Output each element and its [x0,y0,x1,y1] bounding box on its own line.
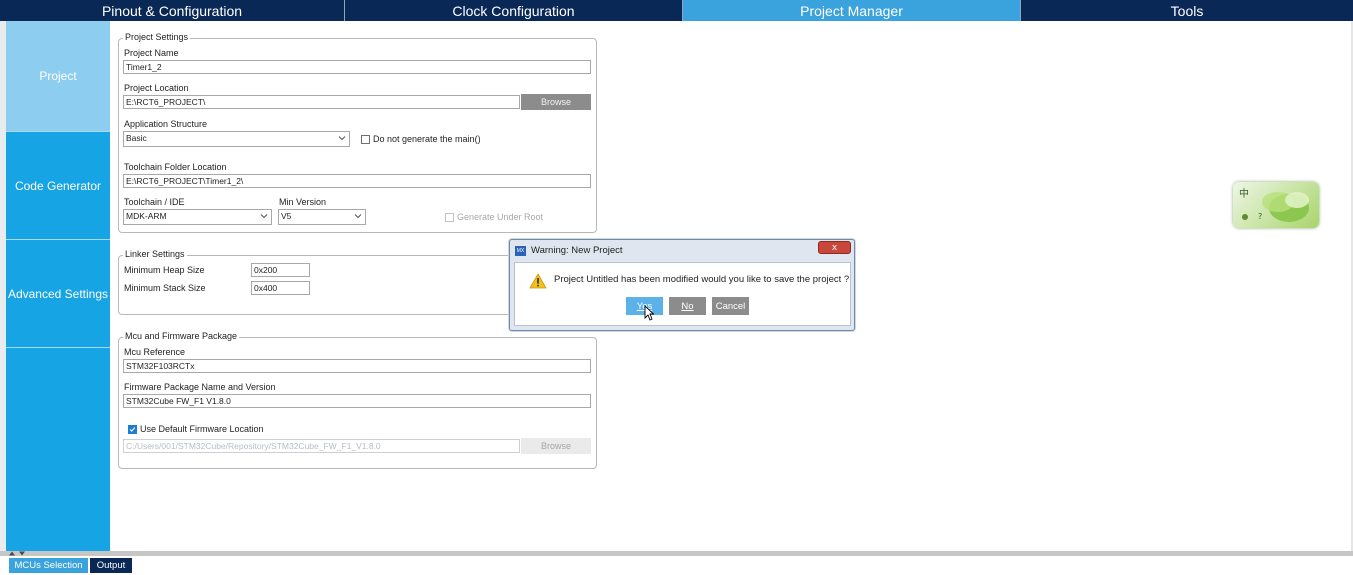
toolchain-folder-label: Toolchain Folder Location [124,162,227,172]
select-value: Basic [126,133,147,143]
do-not-generate-main-checkbox[interactable] [361,135,370,144]
tab-label: Tools [1170,2,1204,19]
min-stack-size-label: Minimum Stack Size [124,283,206,293]
sidebar-item-label: Code Generator [14,178,102,193]
application-structure-select[interactable]: Basic [123,131,350,147]
sidebar-item-label: Project [39,69,77,83]
firmware-package-input[interactable]: STM32Cube FW_F1 V1.8.0 [123,394,591,408]
group-legend: Project Settings [123,32,191,42]
bottom-tab-bar: MCUs Selection Output [0,556,1353,575]
dialog-message: Project Untitled has been modified would… [554,274,850,285]
button-label: Cancel [715,300,746,312]
do-not-generate-main-label: Do not generate the main() [373,134,481,144]
select-value: V5 [281,211,292,221]
tab-tools[interactable]: Tools [1021,0,1353,21]
warning-icon [529,273,547,289]
warning-dialog: MX Warning: New Project x Project Untitl… [509,239,855,331]
project-location-browse-button[interactable]: Browse [521,94,591,110]
mcu-reference-label: Mcu Reference [124,347,186,357]
firmware-location-browse-button[interactable]: Browse [521,438,591,454]
min-version-select[interactable]: V5 [278,209,366,225]
tab-label: Clock Configuration [452,2,575,19]
tab-clock-configuration[interactable]: Clock Configuration [345,0,683,21]
tab-mcus-selection[interactable]: MCUs Selection [9,558,88,573]
checkmark-icon [129,427,136,432]
mcu-reference-input[interactable]: STM32F103RCTx [123,359,591,373]
tab-label: Output [96,560,126,571]
tab-output[interactable]: Output [90,558,132,573]
tab-project-manager[interactable]: Project Manager [683,0,1021,21]
widget-glyph: 中 [1239,189,1249,200]
dialog-titlebar[interactable]: MX Warning: New Project x [510,240,854,260]
sidebar-item-code-generator[interactable]: Code Generator [6,132,110,240]
top-tab-bar: Pinout & Configuration Clock Configurati… [0,0,1353,21]
floating-assistant-widget[interactable]: 中 ? [1233,182,1319,228]
tab-label: Pinout & Configuration [101,2,243,19]
generate-under-root-label: Generate Under Root [457,212,544,222]
sidebar-item-advanced-settings[interactable]: Advanced Settings [6,240,110,348]
dialog-title: Warning: New Project [531,245,623,256]
no-button[interactable]: No [669,297,706,315]
project-name-input[interactable]: Timer1_2 [123,60,591,74]
min-stack-size-input[interactable]: 0x400 [251,281,310,295]
group-legend: Mcu and Firmware Package [123,331,240,341]
mouse-cursor-icon [644,305,654,321]
chevron-down-icon [354,214,362,219]
dialog-close-button[interactable]: x [818,241,851,254]
use-default-firmware-checkbox[interactable] [128,425,137,434]
min-heap-size-input[interactable]: 0x200 [251,263,310,277]
firmware-package-label: Firmware Package Name and Version [124,382,276,392]
firmware-location-input[interactable]: C:/Users/001/STM32Cube/Repository/STM32C… [123,439,520,453]
widget-help-glyph: ? [1258,212,1263,221]
toolchain-ide-label: Toolchain / IDE [124,197,185,207]
project-location-label: Project Location [124,83,189,93]
close-icon: x [831,242,838,253]
generate-under-root-checkbox[interactable] [445,213,454,222]
cancel-button[interactable]: Cancel [712,297,749,315]
min-heap-size-label: Minimum Heap Size [124,265,205,275]
tab-pinout-configuration[interactable]: Pinout & Configuration [0,0,345,21]
application-structure-label: Application Structure [124,119,208,129]
min-version-label: Min Version [279,197,327,207]
project-location-input[interactable]: E:\RCT6_PROJECT\ [123,95,520,109]
group-legend: Linker Settings [123,249,187,259]
button-label: No [681,300,694,312]
project-name-label: Project Name [124,48,179,58]
dialog-body: Project Untitled has been modified would… [514,262,851,326]
tab-label: Project Manager [800,2,903,19]
chevron-down-icon [260,214,268,219]
use-default-firmware-label: Use Default Firmware Location [140,424,264,434]
sidebar: Project Code Generator Advanced Settings [6,21,110,551]
chevron-down-icon [338,136,346,141]
sidebar-item-label: Advanced Settings [7,286,109,301]
mx-logo-icon: MX [515,246,526,256]
toolchain-ide-select[interactable]: MDK-ARM [123,209,272,225]
select-value: MDK-ARM [126,211,167,221]
tab-label: MCUs Selection [14,560,83,571]
toolchain-folder-input[interactable]: E:\RCT6_PROJECT\Timer1_2\ [123,174,591,188]
sidebar-item-project[interactable]: Project [6,21,110,132]
